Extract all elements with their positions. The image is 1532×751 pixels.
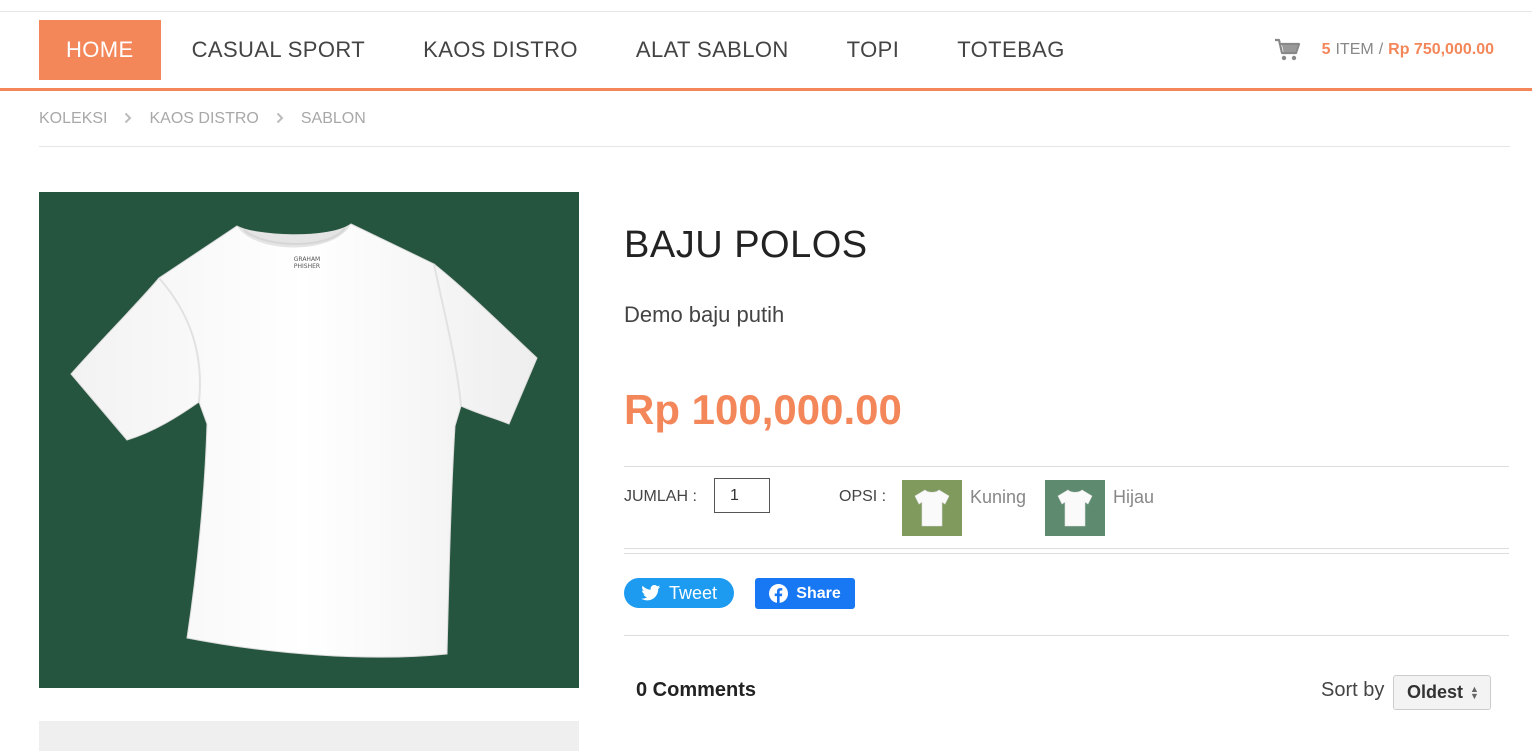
option-kuning-swatch <box>902 480 962 536</box>
svg-text:GRAHAM: GRAHAM <box>294 256 320 263</box>
product-image[interactable]: GRAHAM PHISHER <box>39 192 579 688</box>
top-divider <box>0 11 1532 12</box>
divider <box>624 548 1509 549</box>
svg-text:PHISHER: PHISHER <box>294 263 320 270</box>
sort-arrows-icon: ▲ ▼ <box>1470 683 1479 701</box>
facebook-icon <box>769 584 789 603</box>
product-description: Demo baju putih <box>624 302 785 327</box>
cart-summary[interactable]: 5 ITEM / Rp 750,000.00 <box>1274 36 1494 64</box>
breadcrumb-item-sablon[interactable]: SABLON <box>301 110 366 128</box>
chevron-right-icon <box>269 111 291 127</box>
nav-item-home[interactable]: HOME <box>39 20 161 80</box>
chevron-right-icon <box>117 111 139 127</box>
divider <box>624 635 1509 636</box>
tweet-label: Tweet <box>668 582 718 603</box>
thumbnail-strip <box>39 721 579 751</box>
tshirt-icon <box>914 489 950 527</box>
option-hijau[interactable]: Hijau <box>1045 480 1154 536</box>
product-title: BAJU POLOS <box>624 224 868 266</box>
facebook-share-button[interactable]: Share <box>755 578 855 609</box>
nav-item-alat-sablon[interactable]: ALAT SABLON <box>609 20 816 80</box>
tshirt-icon <box>1057 489 1093 527</box>
breadcrumb-item-koleksi[interactable]: KOLEKSI <box>39 110 107 128</box>
twitter-bird-icon <box>641 585 661 601</box>
main-nav: HOME CASUAL SPORT KAOS DISTRO ALAT SABLO… <box>39 20 1092 80</box>
cart-total: Rp 750,000.00 <box>1388 41 1494 58</box>
quantity-label: JUMLAH : <box>624 488 697 505</box>
breadcrumb: KOLEKSI KAOS DISTRO SABLON <box>39 108 366 130</box>
tshirt-illustration: GRAHAM PHISHER <box>70 223 538 658</box>
cart-item-count: 5 <box>1321 41 1331 58</box>
comments-count: 0 Comments <box>636 679 757 701</box>
tweet-button[interactable]: Tweet <box>624 578 734 608</box>
option-kuning-label: Kuning <box>970 487 1027 507</box>
breadcrumb-divider <box>39 146 1510 147</box>
breadcrumb-item-kaos-distro[interactable]: KAOS DISTRO <box>149 110 258 128</box>
shopping-cart-icon <box>1274 38 1300 61</box>
divider <box>624 553 1509 554</box>
nav-item-totebag[interactable]: TOTEBAG <box>930 20 1092 80</box>
divider <box>624 466 1509 467</box>
quantity-input[interactable] <box>714 478 770 513</box>
nav-item-topi[interactable]: TOPI <box>820 20 927 80</box>
sort-select[interactable]: Oldest ▲ ▼ <box>1393 675 1491 710</box>
product-price: Rp 100,000.00 <box>624 386 902 433</box>
options-label: OPSI : <box>839 488 887 505</box>
facebook-share-label: Share <box>796 584 841 602</box>
nav-accent-bar <box>0 88 1532 91</box>
option-hijau-label: Hijau <box>1113 487 1155 507</box>
option-kuning[interactable]: Kuning <box>902 480 1026 536</box>
cart-item-label: ITEM <box>1335 41 1374 58</box>
cart-separator: / <box>1378 41 1384 58</box>
option-hijau-swatch <box>1045 480 1105 536</box>
nav-item-kaos-distro[interactable]: KAOS DISTRO <box>396 20 605 80</box>
sort-select-value: Oldest <box>1407 682 1464 702</box>
nav-item-casual-sport[interactable]: CASUAL SPORT <box>165 20 393 80</box>
sort-label: Sort by <box>1321 679 1385 701</box>
